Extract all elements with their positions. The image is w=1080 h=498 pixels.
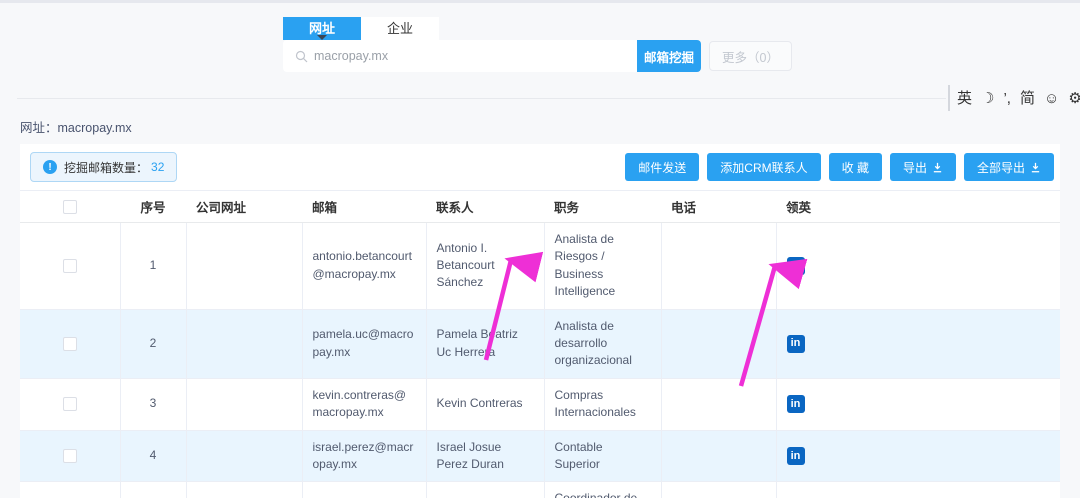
row-index: 2 — [120, 309, 186, 378]
row-email: kevin.contreras@macropay.mx — [302, 378, 426, 430]
column-header: 联系人 — [426, 191, 544, 223]
topbar-icon-row: 英 ☽ ’, 简 ☺ ⚙ — [948, 85, 1080, 111]
row-job-title: Coordinador de Contenido Mercadotecnia — [544, 482, 661, 498]
tab-enterprise[interactable]: 企业 — [361, 17, 439, 40]
row-email: israel.perez@macropay.mx — [302, 430, 426, 482]
row-contact: Pamela Beatriz Uc Herrera — [426, 309, 544, 378]
row-company-url — [186, 482, 302, 498]
emoji-smiley-icon[interactable]: ☺ — [1044, 91, 1059, 106]
more-button[interactable]: 更多（0） — [709, 41, 792, 71]
column-header: 领英 — [776, 191, 1060, 223]
column-header: 电话 — [661, 191, 776, 223]
button-label: 收 藏 — [842, 159, 869, 176]
divider — [17, 98, 946, 99]
search-input-wrap — [283, 40, 637, 72]
settings-gear-icon[interactable]: ⚙ — [1068, 91, 1080, 106]
tab-url[interactable]: 网址 — [283, 17, 361, 40]
column-header: 职务 — [544, 191, 661, 223]
results-table: 序号公司网址邮箱联系人职务电话领英 1 antonio.betancourt@ma… — [20, 190, 1060, 498]
row-job-title: Contable Superior — [544, 430, 661, 482]
row-company-url — [186, 223, 302, 310]
top-strip — [0, 0, 1080, 3]
results-card: ! 挖掘邮箱数量： 32 邮件发送 添加CRM联系人 收 藏 导出 全部导出 序号公司网… — [20, 144, 1060, 498]
row-email: luis.camacho@macropay.mx — [302, 482, 426, 498]
row-phone — [661, 430, 776, 482]
row-phone — [661, 378, 776, 430]
url-label-prefix: 网址： — [20, 121, 58, 135]
send-mail-button[interactable]: 邮件发送 — [625, 153, 699, 181]
row-index: 4 — [120, 430, 186, 482]
row-checkbox[interactable] — [63, 337, 77, 351]
toolbar-button-group: 邮件发送 添加CRM联系人 收 藏 导出 全部导出 — [625, 153, 1054, 181]
tab-strip: 网址 企业 — [283, 17, 439, 40]
row-email: antonio.betancourt@macropay.mx — [302, 223, 426, 310]
results-toolbar: ! 挖掘邮箱数量： 32 邮件发送 添加CRM联系人 收 藏 导出 全部导出 — [20, 144, 1060, 190]
row-job-title: Analista de Riesgos / Business Intellige… — [544, 223, 661, 310]
simplified-chinese-icon[interactable]: 简 — [1020, 91, 1035, 106]
row-job-title: Compras Internacionales — [544, 378, 661, 430]
button-label: 添加CRM联系人 — [720, 159, 807, 176]
url-label: 网址：macropay.mx — [20, 117, 132, 136]
row-phone — [661, 482, 776, 498]
row-index: 5 — [120, 482, 186, 498]
button-label: 全部导出 — [977, 159, 1025, 176]
row-contact: Luis Camacho — [426, 482, 544, 498]
table-row: 1 antonio.betancourt@macropay.mxAntonio I… — [20, 223, 1060, 310]
info-icon: ! — [43, 160, 57, 174]
mined-count-label: 挖掘邮箱数量： — [64, 159, 148, 176]
row-checkbox[interactable] — [63, 397, 77, 411]
column-header: 公司网址 — [186, 191, 302, 223]
select-all-checkbox[interactable] — [63, 200, 77, 214]
lang-english-icon[interactable]: 英 — [957, 91, 972, 106]
search-icon — [295, 50, 308, 63]
pinyin-quote-icon[interactable]: ’, — [1003, 91, 1011, 106]
row-contact: Israel Josue Perez Duran — [426, 430, 544, 482]
linkedin-icon[interactable]: in — [787, 335, 805, 353]
row-job-title: Analista de desarrollo organizacional — [544, 309, 661, 378]
row-company-url — [186, 309, 302, 378]
row-company-url — [186, 430, 302, 482]
search-input[interactable] — [314, 49, 637, 63]
table-row: 4 israel.perez@macropay.mxIsrael Josue Pe… — [20, 430, 1060, 482]
linkedin-icon[interactable]: in — [787, 447, 805, 465]
table-row: 3 kevin.contreras@macropay.mxKevin Contre… — [20, 378, 1060, 430]
table-header: 序号公司网址邮箱联系人职务电话领英 — [20, 191, 1060, 223]
row-contact: Kevin Contreras — [426, 378, 544, 430]
select-all-header — [20, 191, 120, 223]
row-index: 3 — [120, 378, 186, 430]
button-label: 导出 — [903, 159, 927, 176]
email-mining-page: { "colors": { "primary": "#2aa1f1", "lin… — [0, 0, 1080, 498]
linkedin-icon[interactable]: in — [787, 257, 805, 275]
mined-count-badge: ! 挖掘邮箱数量： 32 — [30, 152, 177, 182]
row-index: 1 — [120, 223, 186, 310]
column-header: 邮箱 — [302, 191, 426, 223]
row-checkbox[interactable] — [63, 449, 77, 463]
favorite-button[interactable]: 收 藏 — [829, 153, 882, 181]
row-company-url — [186, 378, 302, 430]
mine-email-button[interactable]: 邮箱挖掘 — [637, 40, 701, 72]
button-label: 邮件发送 — [638, 159, 686, 176]
export-all-button[interactable]: 全部导出 — [964, 153, 1054, 181]
row-checkbox[interactable] — [63, 259, 77, 273]
add-crm-contact-button[interactable]: 添加CRM联系人 — [707, 153, 820, 181]
linkedin-icon[interactable]: in — [787, 395, 805, 413]
column-header: 序号 — [120, 191, 186, 223]
row-email: pamela.uc@macropay.mx — [302, 309, 426, 378]
table-row: 5 luis.camacho@macropay.mxLuis CamachoCoo… — [20, 482, 1060, 498]
search-area: 网址 企业 邮箱挖掘 更多（0） — [283, 17, 792, 72]
mined-count-value: 32 — [151, 160, 164, 174]
download-icon — [1030, 162, 1041, 173]
table-row: 2 pamela.uc@macropay.mxPamela Beatriz Uc … — [20, 309, 1060, 378]
url-label-value: macropay.mx — [58, 121, 132, 135]
download-icon — [932, 162, 943, 173]
dark-mode-moon-icon[interactable]: ☽ — [981, 91, 994, 106]
row-phone — [661, 223, 776, 310]
export-button[interactable]: 导出 — [890, 153, 956, 181]
table-body: 1 antonio.betancourt@macropay.mxAntonio I… — [20, 223, 1060, 498]
row-phone — [661, 309, 776, 378]
row-contact: Antonio I. Betancourt Sánchez — [426, 223, 544, 310]
